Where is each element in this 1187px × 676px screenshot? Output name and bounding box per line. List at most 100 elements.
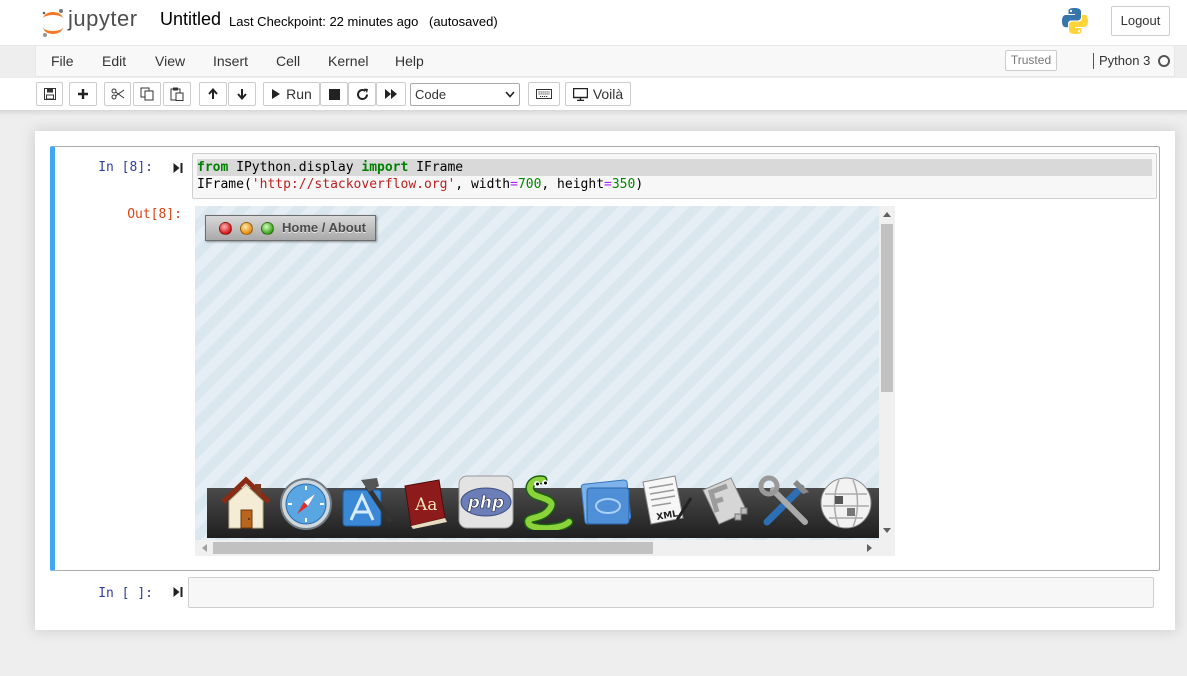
command-palette-button[interactable] [528,82,560,106]
interrupt-button[interactable] [320,82,348,106]
move-down-button[interactable] [228,82,256,106]
close-window-icon[interactable] [219,222,232,235]
fast-forward-icon [385,89,397,99]
jupyter-logo-icon [42,9,63,37]
scroll-left-arrow-icon[interactable] [201,544,207,552]
voila-button[interactable]: Voilà [565,82,631,106]
menu-file[interactable]: File [51,53,74,69]
php-label: php [467,493,504,513]
copy-button[interactable] [133,82,161,106]
move-up-button[interactable] [199,82,227,106]
code-token: from [197,160,229,175]
voila-icon [572,87,588,101]
voila-label: Voilà [592,86,624,102]
iframe-vertical-scrollbar[interactable] [879,206,895,540]
code-line-1: from IPython.display import IFrame [197,159,1152,176]
iframe-window-titlebar[interactable]: Home / About [205,215,376,241]
tools-icon[interactable] [757,472,815,530]
menu-edit[interactable]: Edit [102,53,126,69]
output-prompt: Out[8]: [127,207,182,222]
scroll-right-arrow-icon[interactable] [867,544,873,552]
menu-view[interactable]: View [155,53,185,69]
menu-insert[interactable]: Insert [213,53,248,69]
restart-button[interactable] [348,82,376,106]
horizontal-scroll-thumb[interactable] [213,542,653,554]
code-editor-empty[interactable] [188,577,1154,608]
font-f-icon[interactable] [697,472,755,530]
iframe-horizontal-scrollbar[interactable] [195,540,879,556]
run-icon [272,89,281,99]
wikipedia-globe-icon[interactable] [817,472,875,530]
minimize-window-icon[interactable] [240,222,253,235]
arrow-up-icon [208,88,218,99]
copy-icon [140,87,154,101]
restart-icon [356,88,368,100]
run-cell-icon[interactable] [173,586,183,598]
autosave-status: (autosaved) [429,14,498,29]
cut-icon [111,88,124,100]
logo-text: jupyter [68,6,138,31]
jupyter-logo[interactable]: jupyter [40,6,150,38]
xcode-icon[interactable] [337,472,395,530]
scroll-up-arrow-icon[interactable] [883,211,891,217]
input-prompt: In [8]: [98,160,153,175]
dictionary-icon[interactable]: Aa [397,472,455,530]
notebook-container: In [8]: from IPython.display import IFra… [35,131,1175,630]
code-token: IPython.display [228,160,362,175]
cut-button[interactable] [104,82,131,106]
code-token: , height [541,177,605,192]
python-logo-icon [1060,6,1090,36]
header-shadow [0,110,1187,116]
logout-button[interactable]: Logout [1111,6,1170,36]
code-token: 700 [517,177,542,192]
insert-cell-button[interactable] [69,82,97,106]
code-token: 'http://stackoverflow.org' [251,177,456,192]
plus-icon [78,89,88,99]
code-cell-selected[interactable]: In [8]: from IPython.display import IFra… [50,146,1160,571]
chevron-down-icon [505,91,515,98]
cell-type-select[interactable]: Code [410,83,520,106]
php-icon[interactable]: php [457,472,515,530]
menu-cell[interactable]: Cell [276,53,300,69]
code-token: = [510,177,518,192]
code-line-2: IFrame('http://stackoverflow.org', width… [197,176,1152,193]
toolbar: Run Code Voilà [0,78,1187,110]
cell-type-value: Code [415,87,447,102]
python-snake-icon[interactable] [517,472,575,530]
header: jupyter Untitled Last Checkpoint: 22 min… [0,0,1187,46]
paste-icon [170,87,184,101]
code-token: IFrame [408,160,464,175]
home-icon[interactable] [217,472,275,530]
checkpoint-status: Last Checkpoint: 22 minutes ago [229,14,419,29]
kernel-name[interactable]: Python 3 [1099,53,1150,68]
maximize-window-icon[interactable] [261,222,274,235]
trusted-indicator[interactable]: Trusted [1005,50,1057,71]
arrow-down-icon [237,89,247,100]
safari-compass-icon[interactable] [277,472,335,530]
xml-document-icon[interactable]: XML [637,472,695,530]
scroll-down-arrow-icon[interactable] [883,528,891,534]
run-cell-icon[interactable] [173,162,183,174]
kernel-idle-icon [1158,55,1170,67]
vertical-scroll-thumb[interactable] [881,224,893,392]
code-token: ) [635,177,644,192]
notebook-title[interactable]: Untitled [160,9,221,30]
dictionary-label: Aa [414,495,437,515]
run-button[interactable]: Run [263,82,320,106]
stop-icon [328,88,340,100]
restart-run-all-button[interactable] [376,82,406,106]
kernel-separator [1093,53,1094,69]
iframe-nav-title[interactable]: Home / About [282,220,366,235]
keyboard-icon [536,89,552,99]
menu-help[interactable]: Help [395,53,424,69]
iframe-output[interactable]: Home / About Aa php XML [195,206,895,556]
save-button[interactable] [36,82,63,106]
photo-folder-icon[interactable] [577,472,635,530]
paste-button[interactable] [163,82,191,106]
scrollbar-corner [879,540,895,556]
code-token: , width [455,177,511,192]
code-token: import [361,160,409,175]
menu-kernel[interactable]: Kernel [328,53,368,69]
code-token: 350 [611,177,636,192]
code-editor[interactable]: from IPython.display import IFrame IFram… [192,153,1157,199]
